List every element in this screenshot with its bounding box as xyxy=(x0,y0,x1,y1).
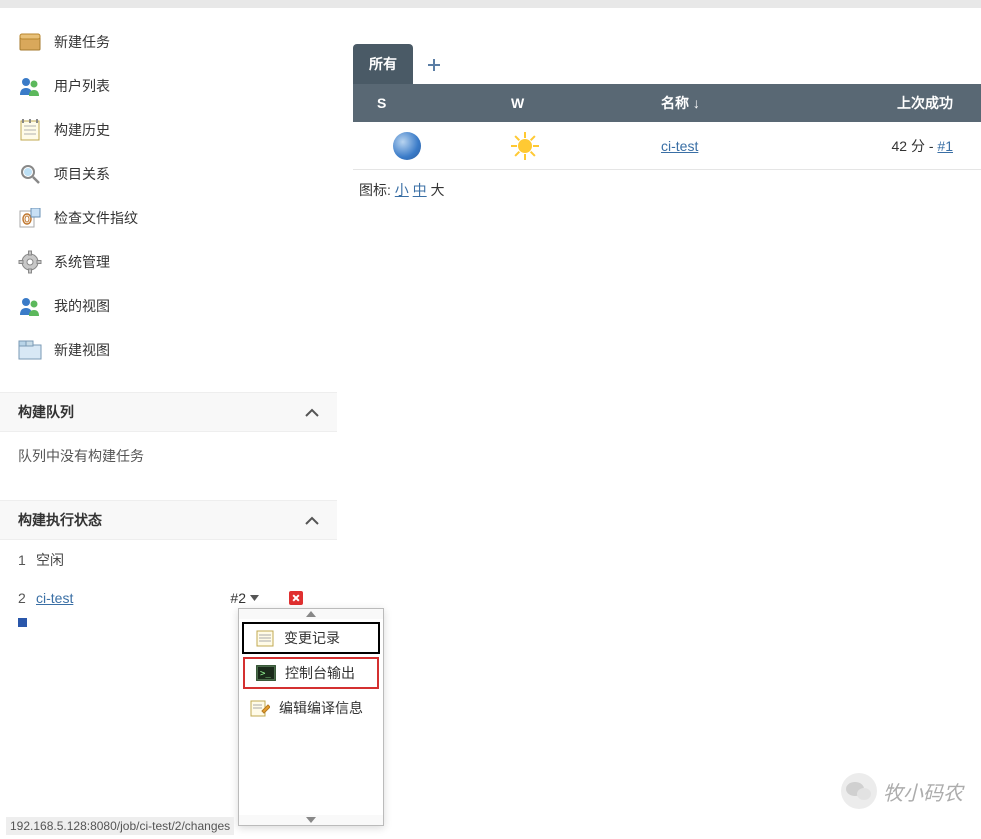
notepad-icon xyxy=(18,118,42,142)
status-ball-icon xyxy=(393,132,421,160)
menu-label: 变更记录 xyxy=(284,628,340,648)
build-number[interactable]: #2 xyxy=(230,590,246,606)
scroll-up-arrow[interactable] xyxy=(239,609,383,619)
tabs-icon xyxy=(18,338,42,362)
build-queue-header[interactable]: 构建队列 xyxy=(0,392,337,432)
sidebar-item-relationships[interactable]: 项目关系 xyxy=(0,152,337,196)
new-job-icon xyxy=(18,30,42,54)
cancel-build-icon[interactable] xyxy=(289,591,303,605)
weather-sunny-icon xyxy=(511,132,539,160)
queue-empty-message: 队列中没有构建任务 xyxy=(0,432,337,480)
watermark: 牧小码农 xyxy=(841,773,963,809)
edit-notepad-icon xyxy=(249,699,271,717)
sidebar-item-label: 我的视图 xyxy=(54,296,110,316)
executor-number: 1 xyxy=(18,552,36,568)
sidebar-item-manage[interactable]: 系统管理 xyxy=(0,240,337,284)
legend-medium[interactable]: 中 xyxy=(413,182,427,198)
sidebar-item-new-view[interactable]: 新建视图 xyxy=(0,328,337,372)
sidebar-item-label: 系统管理 xyxy=(54,252,110,272)
sidebar-item-fingerprint[interactable]: 检查文件指纹 xyxy=(0,196,337,240)
sidebar-item-my-views[interactable]: 我的视图 xyxy=(0,284,337,328)
menu-item-changes[interactable]: 变更记录 xyxy=(242,622,380,654)
dropdown-caret-icon[interactable] xyxy=(250,595,259,601)
status-bar-url: 192.168.5.128:8080/job/ci-test/2/changes xyxy=(6,817,234,835)
search-icon xyxy=(18,162,42,186)
col-name[interactable]: 名称 ↓ xyxy=(661,93,863,113)
scroll-down-arrow[interactable] xyxy=(239,815,383,825)
notepad-icon xyxy=(254,629,276,647)
section-title: 构建执行状态 xyxy=(18,510,102,530)
users-icon xyxy=(18,74,42,98)
executor-header[interactable]: 构建执行状态 xyxy=(0,500,337,540)
table-header: S W 名称 ↓ 上次成功 xyxy=(353,84,981,122)
legend-prefix: 图标: xyxy=(359,182,395,198)
sidebar: 新建任务 用户列表 构建历史 项目关系 检查文件指纹 xyxy=(0,8,337,627)
section-title: 构建队列 xyxy=(18,402,74,422)
job-link[interactable]: ci-test xyxy=(661,138,698,154)
sidebar-item-new-job[interactable]: 新建任务 xyxy=(0,20,337,64)
executor-number: 2 xyxy=(18,590,36,606)
gear-icon xyxy=(18,250,42,274)
executor-status: 空闲 xyxy=(36,550,64,570)
sidebar-item-label: 用户列表 xyxy=(54,76,110,96)
col-status[interactable]: S xyxy=(353,95,511,111)
last-build-link[interactable]: #1 xyxy=(937,138,953,154)
menu-label: 控制台输出 xyxy=(285,663,355,683)
tabs-bar: 所有 xyxy=(353,8,981,84)
executor-row-idle: 1 空闲 xyxy=(0,540,337,580)
chevron-up-icon xyxy=(305,516,319,525)
last-success-cell: 42 分 - #1 xyxy=(863,136,981,156)
menu-item-edit-build-info[interactable]: 编辑编译信息 xyxy=(239,691,383,725)
menu-item-console[interactable]: >_ 控制台输出 xyxy=(243,657,379,689)
fingerprint-icon xyxy=(18,206,42,230)
sidebar-item-label: 新建任务 xyxy=(54,32,110,52)
legend-large: 大 xyxy=(427,182,445,198)
tab-all[interactable]: 所有 xyxy=(353,44,413,84)
sidebar-item-users[interactable]: 用户列表 xyxy=(0,64,337,108)
build-dropdown-menu: 变更记录 >_ 控制台输出 编辑编译信息 xyxy=(238,608,384,826)
menu-label: 编辑编译信息 xyxy=(279,698,363,718)
sidebar-item-label: 检查文件指纹 xyxy=(54,208,138,228)
table-row[interactable]: ci-test 42 分 - #1 xyxy=(353,122,981,170)
chevron-up-icon xyxy=(305,408,319,417)
add-tab-button[interactable] xyxy=(413,46,455,84)
col-weather[interactable]: W xyxy=(511,95,661,111)
sidebar-item-label: 项目关系 xyxy=(54,164,110,184)
sidebar-item-build-history[interactable]: 构建历史 xyxy=(0,108,337,152)
sidebar-item-label: 新建视图 xyxy=(54,340,110,360)
terminal-icon: >_ xyxy=(255,664,277,682)
executor-job-link[interactable]: ci-test xyxy=(36,590,73,606)
progress-indicator xyxy=(18,618,27,627)
sidebar-item-label: 构建历史 xyxy=(54,120,110,140)
svg-text:>_: >_ xyxy=(260,669,271,679)
users-icon xyxy=(18,294,42,318)
legend-small[interactable]: 小 xyxy=(395,182,409,198)
last-success-text: 42 分 - xyxy=(892,138,938,154)
col-last-success[interactable]: 上次成功 xyxy=(863,93,981,113)
main-content: 所有 S W 名称 ↓ 上次成功 ci-test 42 分 xyxy=(353,8,981,210)
icon-size-legend: 图标: 小 中 大 xyxy=(353,170,981,210)
watermark-text: 牧小码农 xyxy=(883,777,963,806)
wechat-icon xyxy=(841,773,877,809)
